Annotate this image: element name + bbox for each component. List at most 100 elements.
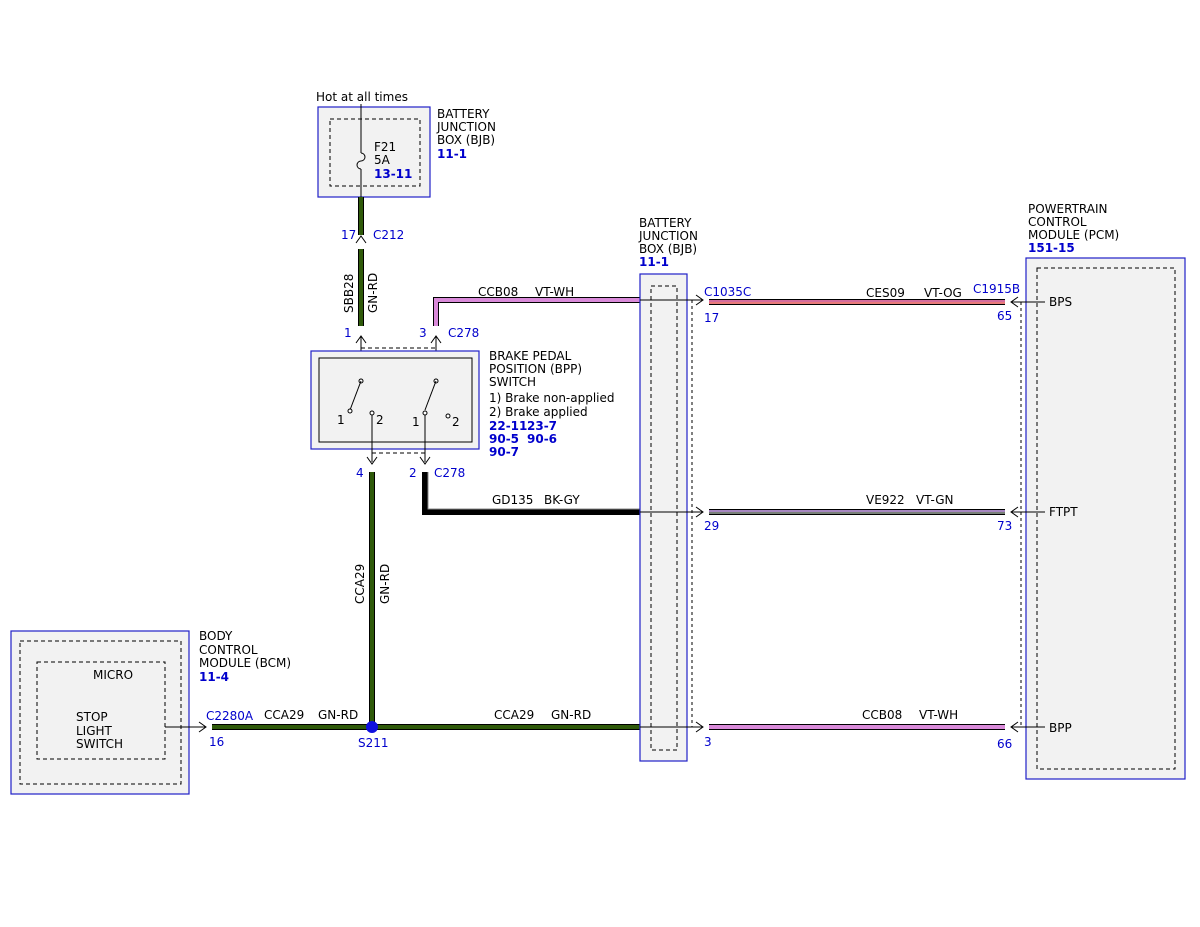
fuse-ref[interactable]: 13-11 xyxy=(374,167,412,181)
bjb-top-name-1: BATTERY xyxy=(437,107,490,121)
bpp-switch: 1 2 1 2 BRAKE PEDAL POSITION (BPP) SWITC… xyxy=(310,349,615,462)
wire-ccb08-top-core xyxy=(434,298,640,326)
bpp-state-1: 1) Brake non-applied xyxy=(489,391,615,405)
bpp-ref-90-5[interactable]: 90-5 xyxy=(489,432,519,446)
bcm-name-3: MODULE (BCM) xyxy=(199,656,291,670)
switch-right-label-1: 1 xyxy=(412,415,420,429)
c278-pin3: 3 xyxy=(419,326,427,340)
splice-s211-dot xyxy=(366,721,378,733)
ces09-color: VT-OG xyxy=(924,286,962,300)
ccb08-top-color: VT-WH xyxy=(535,285,574,299)
c1035c-pin3: 3 xyxy=(704,735,712,749)
bpp-switch-outline xyxy=(310,350,480,450)
wire-cca29-vertical: CCA29 GN-RD xyxy=(353,472,392,727)
pcm-pin-bpp: BPP xyxy=(1049,721,1072,735)
bcm-name-1: BODY xyxy=(199,629,233,643)
bcm-switch-3: SWITCH xyxy=(76,737,123,751)
pcm-name-2: CONTROL xyxy=(1028,215,1087,229)
ve922-circuit: VE922 xyxy=(866,493,905,507)
bjb-top-ref[interactable]: 11-1 xyxy=(437,147,467,161)
switch-left-label-2: 2 xyxy=(376,413,384,427)
bjb-mid-name-3: BOX (BJB) xyxy=(639,242,697,256)
c1915b-pin65: 65 xyxy=(997,309,1012,323)
bcm-ref[interactable]: 11-4 xyxy=(199,670,229,684)
bjb-mid-ref[interactable]: 11-1 xyxy=(639,255,669,269)
bcm-module: MICRO STOP LIGHT SWITCH BODY CONTROL MOD… xyxy=(10,629,291,795)
bcm-micro-label: MICRO xyxy=(93,668,133,682)
bjb-mid-outline xyxy=(639,273,688,762)
bjb-mid-name-1: BATTERY xyxy=(639,216,692,230)
fuse-rating: 5A xyxy=(374,153,391,167)
wire-sbb28: 17 C212 SBB28 GN-RD xyxy=(341,197,404,326)
pcm-pin-bps: BPS xyxy=(1049,295,1072,309)
c1035c-pin29: 29 xyxy=(704,519,719,533)
bjb-top-name-2: JUNCTION xyxy=(436,120,496,134)
c278-pin2: 2 xyxy=(409,466,417,480)
ces09-circuit: CES09 xyxy=(866,286,905,300)
gd135-circuit: GD135 xyxy=(492,493,533,507)
pcm-module: POWERTRAIN CONTROL MODULE (PCM) 151-15 C… xyxy=(973,202,1186,780)
wire-ccb08-bottom: CCB08 VT-WH xyxy=(709,708,1005,730)
bjb-mid-name-2: JUNCTION xyxy=(638,229,698,243)
switch-left-contact-2 xyxy=(369,410,375,416)
c212-pin: 17 xyxy=(341,228,356,242)
switch-left-label-1: 1 xyxy=(337,413,345,427)
bjb-top-module: Hot at all times BATTERY JUNCTION BOX (B… xyxy=(316,90,496,198)
c2280a-label: C2280A xyxy=(206,709,254,723)
cca29-vert-circuit: CCA29 xyxy=(353,564,367,604)
bjb-mid-module: BATTERY JUNCTION BOX (BJB) 11-1 C1035C 1… xyxy=(638,216,751,762)
wire-ccb08-top: CCB08 VT-WH xyxy=(433,285,640,326)
ccb08-bottom-circuit: CCB08 xyxy=(862,708,902,722)
pcm-ref[interactable]: 151-15 xyxy=(1028,241,1075,255)
bcm-switch-2: LIGHT xyxy=(76,724,113,738)
pcm-name-1: POWERTRAIN xyxy=(1028,202,1108,216)
c2280a-pin: 16 xyxy=(209,735,224,749)
wire-ces09: CES09 VT-OG xyxy=(709,286,1005,305)
c278-top-label: C278 xyxy=(448,326,479,340)
gd135-color: BK-GY xyxy=(544,493,580,507)
wiring-diagram: Hot at all times BATTERY JUNCTION BOX (B… xyxy=(10,90,1186,795)
cca29-vert-color: GN-RD xyxy=(378,564,392,604)
cca29-left-color: GN-RD xyxy=(318,708,358,722)
bcm-switch-1: STOP xyxy=(76,710,108,724)
bpp-name-3: SWITCH xyxy=(489,375,536,389)
ccb08-bottom-color: VT-WH xyxy=(919,708,958,722)
c278-pin4: 4 xyxy=(356,466,364,480)
c212-label: C212 xyxy=(373,228,404,242)
wire-ccb08-top-border xyxy=(433,297,640,326)
ve922-color: VT-GN xyxy=(916,493,953,507)
c278-bottom-label: C278 xyxy=(434,466,465,480)
bpp-state-2: 2) Brake applied xyxy=(489,405,588,419)
c1915b-label: C1915B xyxy=(973,282,1020,296)
bpp-ref-23-7[interactable]: 23-7 xyxy=(527,419,557,433)
c212-chevron-icon xyxy=(355,235,367,244)
bpp-ref-22-11[interactable]: 22-11 xyxy=(489,419,527,433)
c1915b-pin66: 66 xyxy=(997,737,1012,751)
cca29-right-circuit: CCA29 xyxy=(494,708,534,722)
pcm-name-3: MODULE (PCM) xyxy=(1028,228,1119,242)
cca29-left-circuit: CCA29 xyxy=(264,708,304,722)
switch-right-label-2: 2 xyxy=(452,415,460,429)
bpp-name-2: POSITION (BPP) xyxy=(489,362,582,376)
wire-ve922: VE922 VT-GN xyxy=(709,493,1005,515)
sbb28-color: GN-RD xyxy=(366,273,380,313)
c1035c-label: C1035C xyxy=(704,285,751,299)
splice-s211-label: S211 xyxy=(358,736,389,750)
c1915b-pin73: 73 xyxy=(997,519,1012,533)
sbb28-circuit: SBB28 xyxy=(342,274,356,313)
bpp-ref-90-7[interactable]: 90-7 xyxy=(489,445,519,459)
ccb08-top-circuit: CCB08 xyxy=(478,285,518,299)
cca29-right-color: GN-RD xyxy=(551,708,591,722)
bpp-name-1: BRAKE PEDAL xyxy=(489,349,572,363)
bpp-ref-90-6[interactable]: 90-6 xyxy=(527,432,557,446)
bjb-top-name-3: BOX (BJB) xyxy=(437,133,495,147)
switch-right-contact-1 xyxy=(422,410,428,416)
c278-pin1: 1 xyxy=(344,326,352,340)
hot-at-all-times-note: Hot at all times xyxy=(316,90,408,104)
switch-left-contact-1 xyxy=(347,408,353,414)
switch-right-contact-2 xyxy=(445,413,451,419)
c1035c-pin17: 17 xyxy=(704,311,719,325)
wire-cca29-horizontal: CCA29 GN-RD CCA29 GN-RD S211 xyxy=(212,708,640,750)
fuse-id: F21 xyxy=(374,140,396,154)
bcm-name-2: CONTROL xyxy=(199,643,258,657)
